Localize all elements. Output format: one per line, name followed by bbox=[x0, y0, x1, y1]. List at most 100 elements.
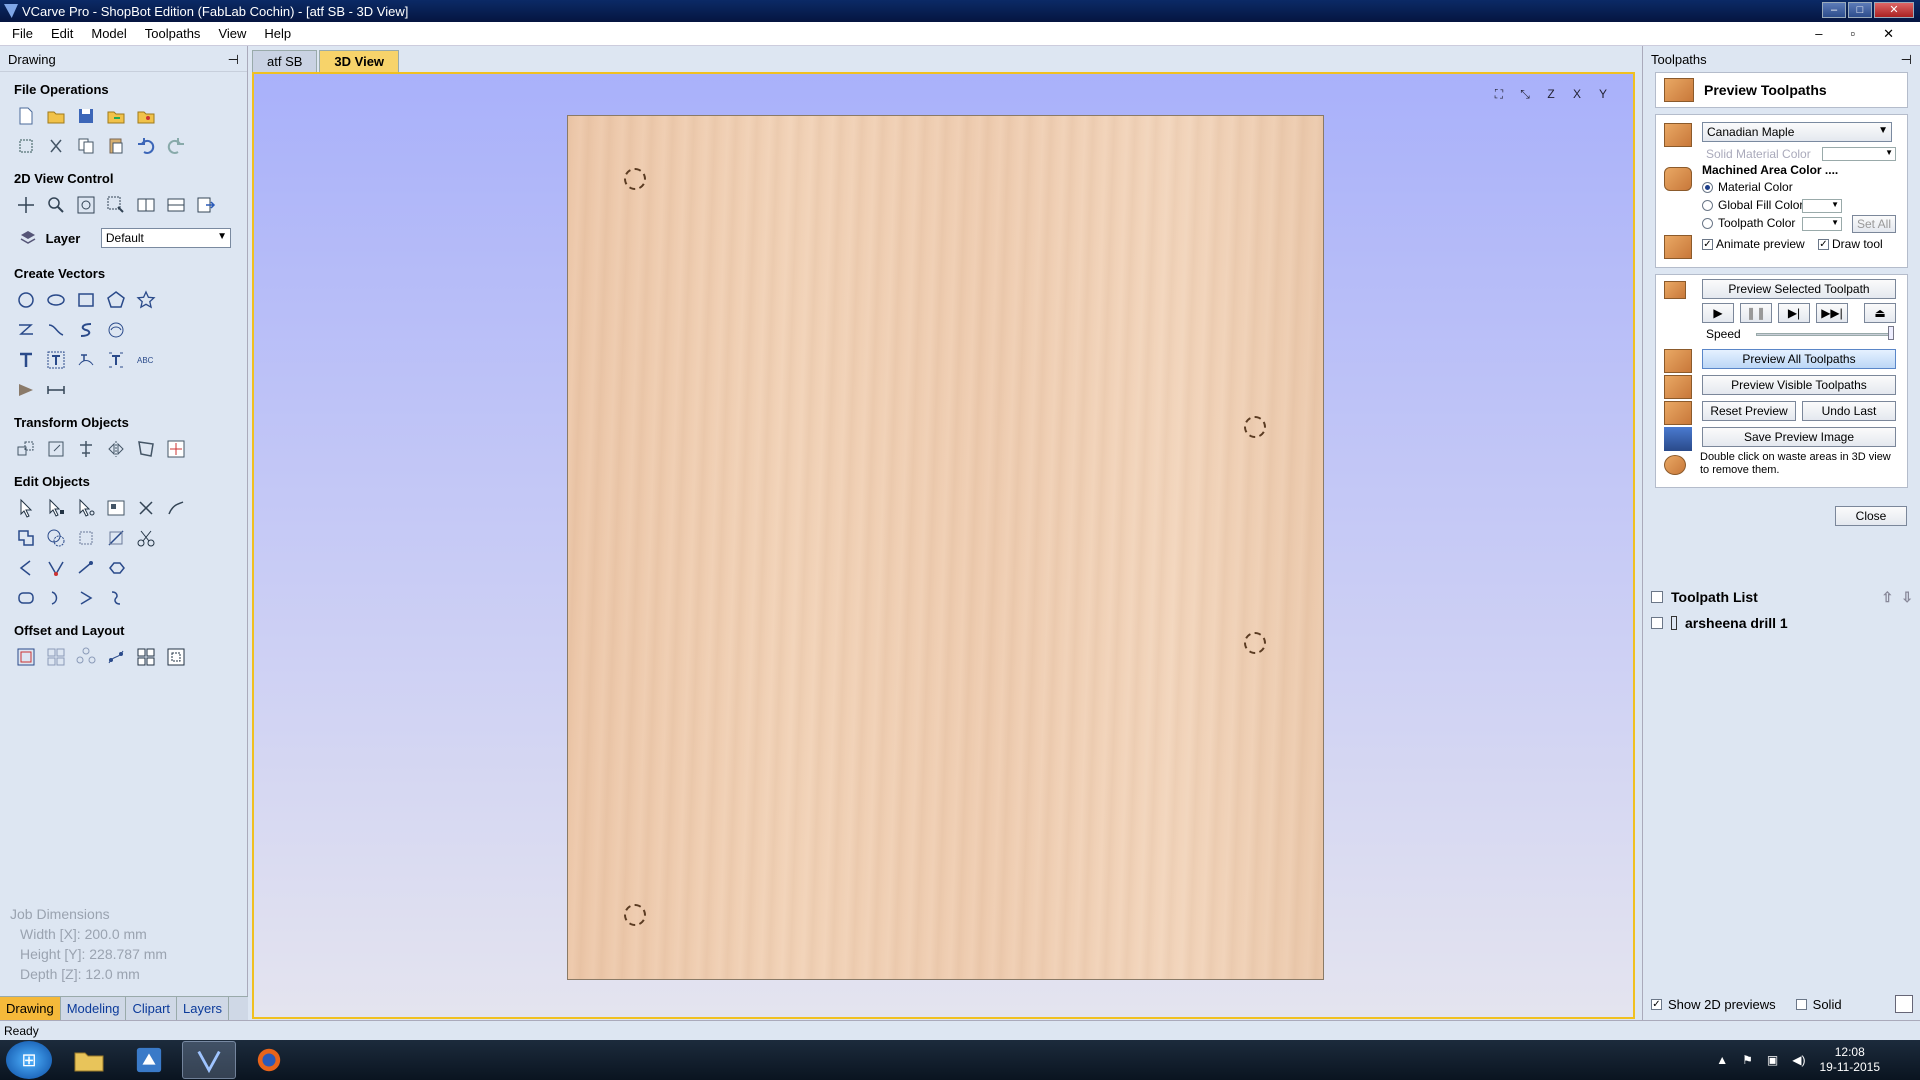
ellipse-icon[interactable] bbox=[44, 288, 68, 312]
preview-visible-toolpaths-button[interactable]: Preview Visible Toolpaths bbox=[1702, 375, 1896, 395]
minimize-button[interactable]: – bbox=[1822, 2, 1846, 18]
show-2d-previews-checkbox[interactable]: ✓ bbox=[1651, 998, 1662, 1010]
y-view-icon[interactable]: Y bbox=[1593, 84, 1613, 104]
fit-curve-icon[interactable] bbox=[104, 586, 128, 610]
rectangle-icon[interactable] bbox=[74, 288, 98, 312]
speed-slider[interactable] bbox=[1756, 333, 1892, 336]
set-all-button[interactable]: Set All bbox=[1852, 215, 1896, 233]
polygon-icon[interactable] bbox=[104, 288, 128, 312]
close-window-button[interactable]: ✕ bbox=[1874, 2, 1914, 18]
vcarve-icon[interactable] bbox=[44, 556, 68, 580]
mdi-minimize-button[interactable]: – bbox=[1815, 26, 1822, 42]
array-copy-icon[interactable] bbox=[44, 645, 68, 669]
dimension-icon[interactable] bbox=[14, 378, 38, 402]
save-preview-image-button[interactable]: Save Preview Image bbox=[1702, 427, 1896, 447]
paste-icon[interactable] bbox=[104, 134, 128, 158]
maximize-button[interactable]: □ bbox=[1848, 2, 1872, 18]
global-fill-color-picker[interactable]: ▼ bbox=[1802, 199, 1842, 213]
solid-checkbox[interactable] bbox=[1795, 998, 1807, 1010]
menu-toolpaths[interactable]: Toolpaths bbox=[145, 26, 201, 41]
material-color-radio[interactable] bbox=[1702, 182, 1713, 193]
fit-view-icon[interactable]: ⛶ bbox=[1489, 84, 1509, 104]
circular-array-icon[interactable] bbox=[74, 645, 98, 669]
measure-icon[interactable] bbox=[44, 378, 68, 402]
copy-icon[interactable] bbox=[74, 134, 98, 158]
mdi-restore-button[interactable]: ▫ bbox=[1850, 26, 1855, 42]
iso-view-icon[interactable]: ⤡ bbox=[1515, 84, 1535, 104]
scissors-icon[interactable] bbox=[134, 526, 158, 550]
interactive-transform-icon[interactable] bbox=[74, 496, 98, 520]
move-up-icon[interactable]: ⇧ bbox=[1882, 589, 1894, 606]
tab-3d-view[interactable]: 3D View bbox=[319, 50, 400, 72]
action-center-flag-icon[interactable]: ⚑ bbox=[1742, 1053, 1753, 1067]
text-arc-icon[interactable] bbox=[104, 348, 128, 372]
show-hidden-icons-icon[interactable]: ▲ bbox=[1716, 1053, 1728, 1067]
menu-edit[interactable]: Edit bbox=[51, 26, 73, 41]
move-icon[interactable] bbox=[14, 437, 38, 461]
animate-preview-checkbox[interactable]: ✓ bbox=[1702, 239, 1713, 250]
undo-icon[interactable] bbox=[134, 134, 158, 158]
toolpath-color-radio[interactable] bbox=[1702, 218, 1713, 229]
zoom-icon[interactable] bbox=[44, 193, 68, 217]
node-edit-icon[interactable] bbox=[44, 496, 68, 520]
volume-icon[interactable]: ◀) bbox=[1792, 1053, 1805, 1067]
preview-selected-toolpath-button[interactable]: Preview Selected Toolpath bbox=[1702, 279, 1896, 299]
file-explorer-taskbar-icon[interactable] bbox=[62, 1041, 116, 1079]
open-file-icon[interactable] bbox=[44, 104, 68, 128]
material-select[interactable]: Canadian Maple ▼ bbox=[1702, 122, 1892, 142]
vcarve-taskbar-icon[interactable] bbox=[182, 1041, 236, 1079]
line-check-icon[interactable] bbox=[74, 556, 98, 580]
offset-icon[interactable] bbox=[14, 645, 38, 669]
import-vectors-icon[interactable] bbox=[104, 104, 128, 128]
reset-preview-button[interactable]: Reset Preview bbox=[1702, 401, 1796, 421]
select-pointer-icon[interactable] bbox=[14, 496, 38, 520]
start-button[interactable]: ⊞ bbox=[6, 1041, 52, 1079]
job-setup-icon[interactable] bbox=[14, 134, 38, 158]
close-button[interactable]: Close bbox=[1835, 506, 1907, 526]
toolpath-item-checkbox[interactable] bbox=[1651, 617, 1663, 629]
distort-icon[interactable] bbox=[134, 437, 158, 461]
tab-clipart[interactable]: Clipart bbox=[126, 997, 178, 1020]
toolpath-color-picker[interactable]: ▼ bbox=[1802, 217, 1842, 231]
nesting-icon[interactable] bbox=[134, 645, 158, 669]
network-icon[interactable]: ▣ bbox=[1767, 1053, 1778, 1067]
angle-icon[interactable] bbox=[14, 556, 38, 580]
arc-icon[interactable] bbox=[74, 318, 98, 342]
finish-button[interactable]: ▶▶| bbox=[1816, 303, 1848, 323]
play-button[interactable]: ▶ bbox=[1702, 303, 1734, 323]
intersect-icon[interactable] bbox=[74, 526, 98, 550]
align-icon[interactable] bbox=[74, 437, 98, 461]
panel-options-icon[interactable] bbox=[1895, 995, 1913, 1013]
draw-tool-checkbox[interactable]: ✓ bbox=[1818, 239, 1829, 250]
polyline-icon[interactable] bbox=[14, 318, 38, 342]
tabs-icon[interactable] bbox=[104, 556, 128, 580]
move-down-icon[interactable]: ⇩ bbox=[1901, 589, 1913, 606]
set-origin-icon[interactable] bbox=[164, 437, 188, 461]
mdi-close-button[interactable]: ✕ bbox=[1883, 26, 1894, 42]
3d-viewport[interactable]: ⛶ ⤡ Z X Y bbox=[252, 72, 1635, 1019]
toolpath-item[interactable]: arsheena drill 1 bbox=[1651, 610, 1913, 636]
auto-layout-text-icon[interactable] bbox=[44, 348, 68, 372]
curve-icon[interactable] bbox=[44, 318, 68, 342]
pin-icon[interactable]: ⊣ bbox=[1901, 52, 1912, 67]
menu-help[interactable]: Help bbox=[264, 26, 291, 41]
firefox-taskbar-icon[interactable] bbox=[242, 1041, 296, 1079]
redo-icon[interactable] bbox=[164, 134, 188, 158]
new-file-icon[interactable] bbox=[14, 104, 38, 128]
eject-button[interactable]: ⏏ bbox=[1864, 303, 1896, 323]
pin-icon[interactable]: ⊣ bbox=[228, 52, 239, 67]
import-bitmap-icon[interactable] bbox=[134, 104, 158, 128]
clock[interactable]: 12:08 19-11-2015 bbox=[1820, 1045, 1881, 1075]
tab-layers[interactable]: Layers bbox=[177, 997, 230, 1020]
view-layout-icon[interactable] bbox=[134, 193, 158, 217]
auto-layout-icon[interactable] bbox=[164, 645, 188, 669]
copy-along-vector-icon[interactable] bbox=[104, 645, 128, 669]
join-vector-icon[interactable] bbox=[44, 586, 68, 610]
circle-icon[interactable] bbox=[14, 288, 38, 312]
solid-material-color-picker[interactable]: ▼ bbox=[1822, 147, 1896, 161]
step-button[interactable]: ▶| bbox=[1778, 303, 1810, 323]
select-all-checkbox[interactable] bbox=[1651, 591, 1663, 603]
z-view-icon[interactable]: Z bbox=[1541, 84, 1561, 104]
menu-model[interactable]: Model bbox=[91, 26, 126, 41]
text-on-curve-icon[interactable] bbox=[74, 348, 98, 372]
